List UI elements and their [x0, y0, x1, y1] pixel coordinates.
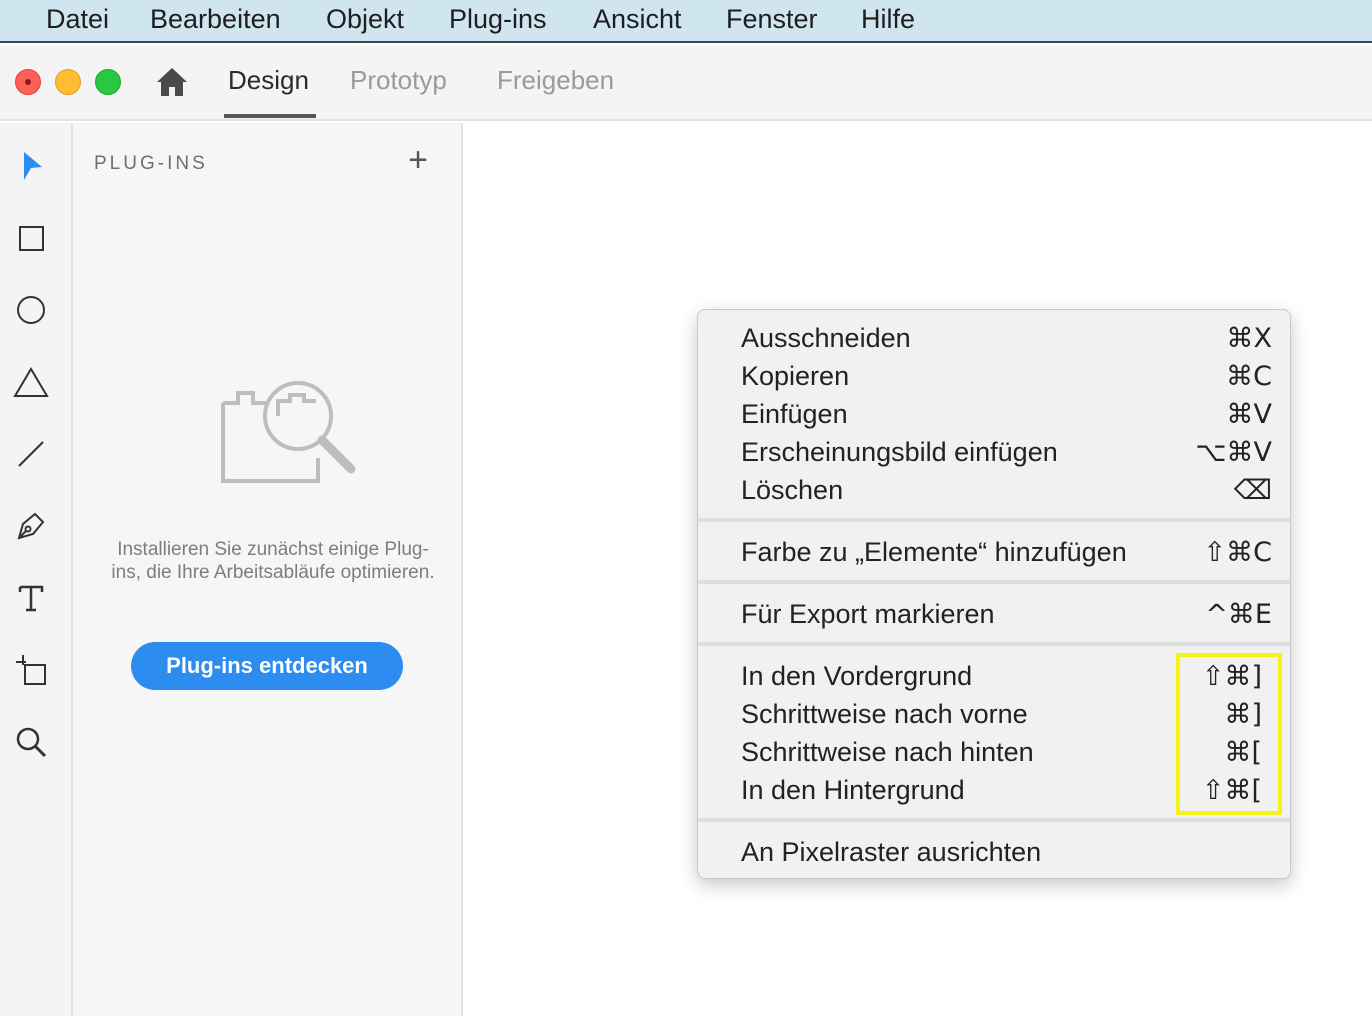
home-icon[interactable] [155, 65, 189, 99]
discover-plugins-button[interactable]: Plug-ins entdecken [131, 642, 403, 690]
menu-item-label: An Pixelraster ausrichten [741, 837, 1042, 867]
context-menu: Ausschneiden ⌘X Kopieren ⌘C Einfügen ⌘V … [697, 309, 1291, 879]
menu-item-shortcut: ^⌘E [1205, 599, 1272, 630]
select-arrow-icon[interactable] [12, 147, 50, 185]
tab-prototyp[interactable]: Prototyp [350, 65, 447, 96]
add-plugin-button[interactable]: + [403, 143, 433, 177]
menu-datei[interactable]: Datei [46, 4, 109, 35]
menu-hilfe[interactable]: Hilfe [861, 4, 915, 35]
menu-item-shortcut: ⌥⌘V [1195, 437, 1272, 468]
plugins-panel: PLUG-INS + Installieren Sie zunächst ein… [73, 123, 463, 1016]
menu-item-shortcut: ⇧⌘C [1203, 537, 1272, 568]
artboard-icon[interactable] [12, 651, 50, 689]
menu-separator [698, 818, 1290, 822]
active-tab-indicator [224, 114, 316, 118]
panel-title: PLUG-INS [94, 153, 208, 174]
zoom-icon[interactable] [12, 723, 50, 761]
triangle-icon[interactable] [12, 363, 50, 401]
menu-item-label: Schrittweise nach hinten [741, 737, 1034, 767]
menu-item-erscheinungsbild-einfuegen[interactable]: Erscheinungsbild einfügen ⌥⌘V [698, 432, 1290, 470]
menu-fenster[interactable]: Fenster [726, 4, 818, 35]
minimize-window-button[interactable] [55, 69, 81, 95]
text-icon[interactable] [12, 579, 50, 617]
menu-item-label: Schrittweise nach vorne [741, 699, 1028, 729]
menu-item-einfuegen[interactable]: Einfügen ⌘V [698, 394, 1290, 432]
tab-design[interactable]: Design [228, 65, 309, 96]
plugin-search-illustration-icon [218, 373, 358, 488]
menu-bar: ) Datei Bearbeiten Objekt Plug-ins Ansic… [0, 0, 1372, 43]
menu-separator [698, 642, 1290, 646]
menu-item-ausschneiden[interactable]: Ausschneiden ⌘X [698, 318, 1290, 356]
rectangle-icon[interactable] [12, 219, 50, 257]
tab-freigeben[interactable]: Freigeben [497, 65, 614, 96]
shortcut-highlight-box [1176, 653, 1282, 815]
delete-key-icon: ⌫ [1233, 475, 1272, 506]
menu-ansicht[interactable]: Ansicht [593, 4, 682, 35]
menu-separator [698, 518, 1290, 522]
menu-bearbeiten[interactable]: Bearbeiten [150, 4, 281, 35]
close-window-button[interactable] [15, 69, 41, 95]
menu-item-label: Einfügen [741, 399, 848, 429]
menu-separator [698, 580, 1290, 584]
menu-item-export-markieren[interactable]: Für Export markieren ^⌘E [698, 594, 1290, 632]
zoom-window-button[interactable] [95, 69, 121, 95]
menu-item-shortcut: ⌘V [1226, 399, 1272, 430]
tools-rail [0, 123, 73, 1016]
pen-icon[interactable] [12, 507, 50, 545]
menu-objekt[interactable]: Objekt [326, 4, 404, 35]
menu-item-farbe-hinzufuegen[interactable]: Farbe zu „Elemente“ hinzufügen ⇧⌘C [698, 532, 1290, 570]
menu-item-label: In den Vordergrund [741, 661, 973, 691]
line-icon[interactable] [12, 435, 50, 473]
menu-item-label: Farbe zu „Elemente“ hinzufügen [741, 537, 1127, 567]
menu-plug-ins[interactable]: Plug-ins [449, 4, 547, 35]
menu-item-shortcut: ⌘X [1226, 323, 1273, 354]
menu-item-loeschen[interactable]: Löschen ⌫ [698, 470, 1290, 508]
ellipse-icon[interactable] [12, 291, 50, 329]
menu-item-label: In den Hintergrund [741, 775, 965, 805]
menu-item-label: Löschen [741, 475, 844, 505]
menu-item-label: Ausschneiden [741, 323, 911, 353]
window-titlebar: Design Prototyp Freigeben [0, 45, 1372, 121]
menu-item-shortcut: ⌘C [1226, 361, 1272, 392]
menu-item-pixelraster-ausrichten[interactable]: An Pixelraster ausrichten [698, 832, 1290, 870]
menu-item-kopieren[interactable]: Kopieren ⌘C [698, 356, 1290, 394]
menu-item-label: Erscheinungsbild einfügen [741, 437, 1058, 467]
menu-item-label: Kopieren [741, 361, 850, 391]
empty-state-message: Installieren Sie zunächst einige Plug-in… [111, 539, 435, 583]
menu-item-label: Für Export markieren [741, 599, 995, 629]
